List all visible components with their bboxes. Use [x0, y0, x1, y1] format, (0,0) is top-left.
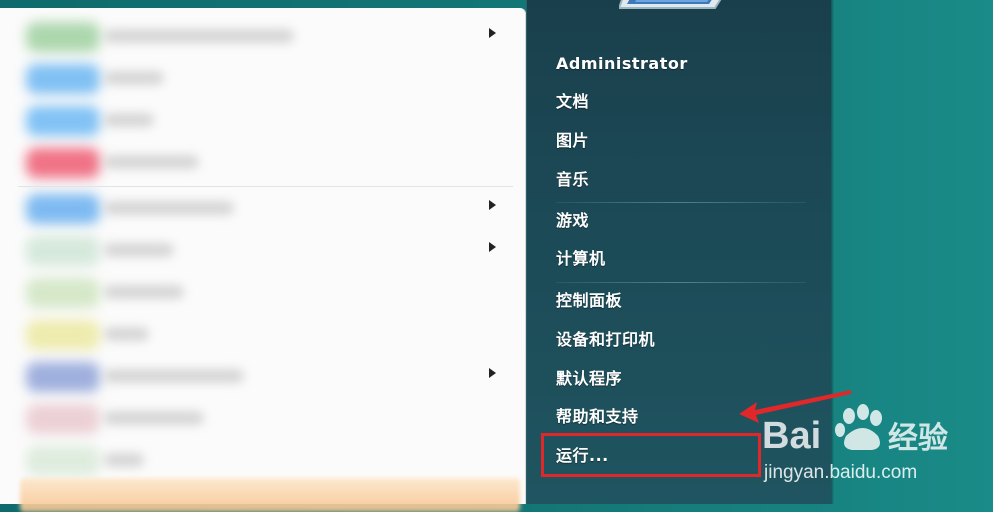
submenu-arrow-icon [489, 242, 496, 252]
program-label-blurred [104, 29, 294, 43]
program-list-item[interactable] [0, 272, 526, 314]
program-list-item[interactable] [0, 58, 526, 100]
program-label-blurred [104, 411, 204, 425]
run-highlight-box [541, 433, 761, 477]
watermark-brand-suffix: 经验 [888, 421, 948, 456]
menu-item-pictures[interactable]: 图片 [556, 128, 589, 154]
program-icon [26, 148, 100, 178]
program-icon [26, 64, 100, 94]
program-icon [26, 22, 100, 52]
program-icon [26, 236, 100, 266]
menu-item-help-support[interactable]: 帮助和支持 [556, 404, 639, 430]
program-list-item[interactable] [0, 142, 526, 184]
menu-item-control-panel[interactable]: 控制面板 [556, 288, 622, 314]
menu-item-devices-printers[interactable]: 设备和打印机 [556, 327, 655, 353]
user-picture-frame-icon[interactable] [619, 0, 737, 22]
menu-item-documents[interactable]: 文档 [556, 89, 589, 115]
program-list-item[interactable] [0, 230, 526, 272]
program-label-blurred [104, 71, 164, 85]
program-icon [26, 320, 100, 350]
program-label-blurred [104, 327, 149, 341]
program-list-item[interactable] [0, 314, 526, 356]
program-list-item[interactable] [0, 100, 526, 142]
watermark-url: jingyan.baidu.com [763, 462, 917, 483]
baidu-jingyan-watermark: Bai 经验 jingyan.baidu.com [760, 398, 985, 488]
program-list-item[interactable] [0, 440, 526, 482]
program-label-blurred [104, 243, 174, 257]
all-programs-highlight[interactable] [20, 478, 520, 512]
program-icon [26, 278, 100, 308]
menu-item-user-folder[interactable]: Administrator [556, 51, 688, 77]
program-list-item[interactable] [0, 398, 526, 440]
program-label-blurred [104, 369, 244, 383]
program-list [0, 8, 526, 504]
start-menu-programs-pane [0, 8, 526, 512]
program-icon [26, 194, 100, 224]
program-label-blurred [104, 113, 154, 127]
program-icon [26, 362, 100, 392]
submenu-arrow-icon [489, 368, 496, 378]
paw-icon [835, 404, 882, 450]
menu-item-computer[interactable]: 计算机 [556, 246, 606, 272]
places-separator-1 [556, 202, 806, 203]
places-separator-2 [556, 282, 806, 283]
watermark-brand-text: Bai [762, 415, 821, 457]
program-icon [26, 446, 100, 476]
menu-item-music[interactable]: 音乐 [556, 167, 589, 193]
program-list-item[interactable] [0, 16, 526, 58]
program-list-item[interactable] [0, 356, 526, 398]
menu-item-games[interactable]: 游戏 [556, 208, 589, 234]
program-label-blurred [104, 155, 199, 169]
program-label-blurred [104, 285, 184, 299]
program-icon [26, 106, 100, 136]
submenu-arrow-icon [489, 200, 496, 210]
program-list-separator [18, 186, 513, 187]
program-label-blurred [104, 453, 144, 467]
program-icon [26, 404, 100, 434]
program-list-item[interactable] [0, 188, 526, 230]
program-label-blurred [104, 201, 234, 215]
menu-item-default-programs[interactable]: 默认程序 [556, 366, 622, 392]
submenu-arrow-icon [489, 28, 496, 38]
